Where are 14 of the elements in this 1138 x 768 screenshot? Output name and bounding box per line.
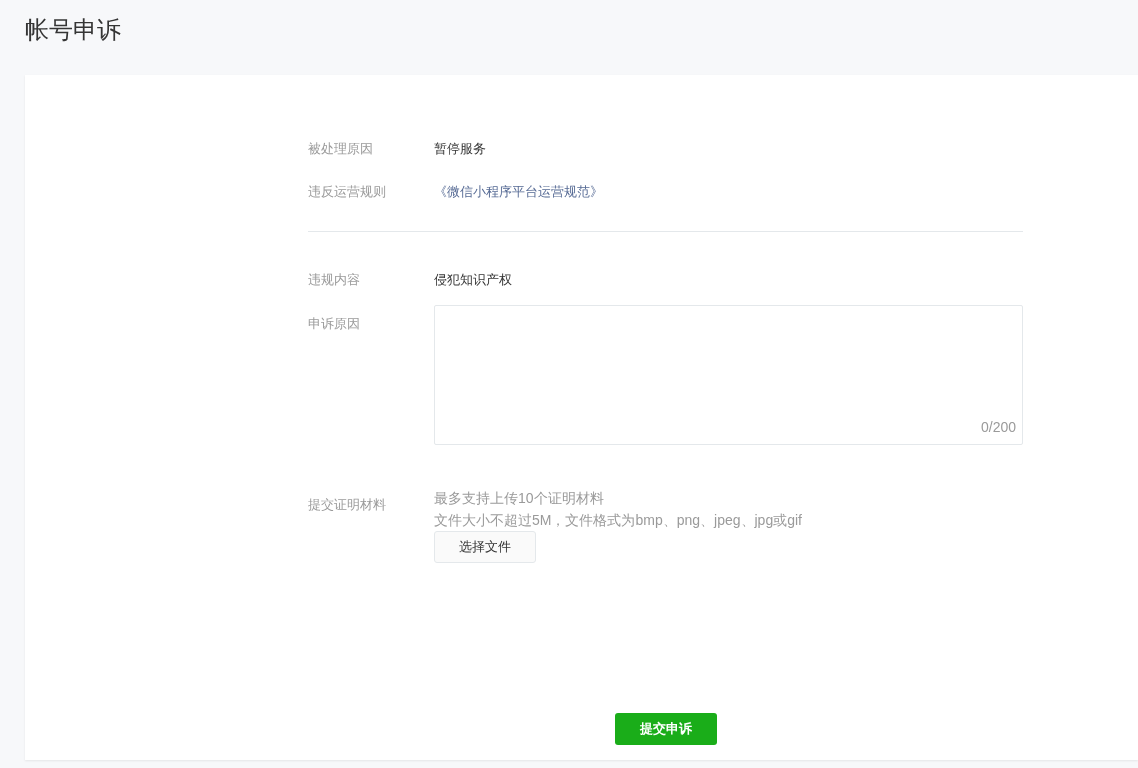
- upload-hint: 最多支持上传10个证明材料: [434, 489, 604, 508]
- field-value: 侵犯知识产权: [434, 271, 512, 290]
- field-label: 提交证明材料: [308, 496, 387, 514]
- upload-hint: 文件大小不超过5M，文件格式为bmp、png、jpeg、jpg或gif: [434, 511, 802, 530]
- submit-appeal-button[interactable]: 提交申诉: [614, 713, 717, 745]
- rule-link[interactable]: 《微信小程序平台运营规范》: [434, 181, 603, 202]
- field-value: 暂停服务: [434, 139, 486, 158]
- field-label: 违反运营规则: [308, 182, 387, 201]
- field-label: 被处理原因: [308, 139, 374, 158]
- choose-file-button[interactable]: 选择文件: [434, 531, 536, 563]
- character-counter: 0/200: [980, 418, 1016, 437]
- field-label: 申诉原因: [308, 315, 361, 333]
- page-title: 帐号申诉: [25, 15, 121, 45]
- field-label: 违规内容: [308, 271, 361, 290]
